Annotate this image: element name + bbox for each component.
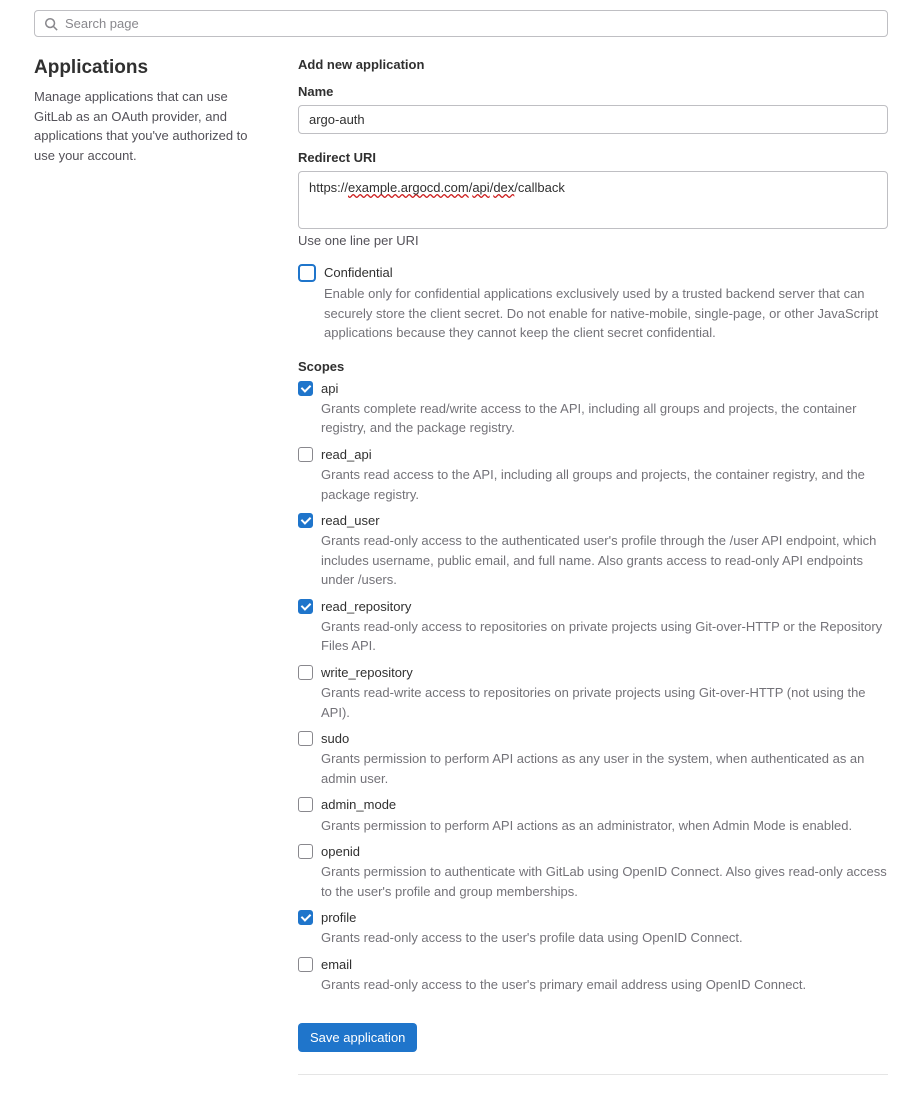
redirect-help: Use one line per URI bbox=[298, 233, 888, 248]
scope-checkbox-admin_mode[interactable] bbox=[298, 797, 313, 812]
scopes-label: Scopes bbox=[298, 359, 888, 374]
scope-desc: Grants read access to the API, including… bbox=[321, 465, 888, 504]
sidebar: Applications Manage applications that ca… bbox=[34, 57, 268, 1075]
scope-checkbox-read_api[interactable] bbox=[298, 447, 313, 462]
scope-desc: Grants read-only access to the authentic… bbox=[321, 531, 888, 590]
scope-row-email: emailGrants read-only access to the user… bbox=[298, 956, 888, 995]
scope-checkbox-write_repository[interactable] bbox=[298, 665, 313, 680]
scope-label[interactable]: write_repository bbox=[321, 664, 888, 682]
confidential-label[interactable]: Confidential bbox=[324, 264, 888, 282]
confidential-checkbox[interactable] bbox=[298, 264, 316, 282]
scope-row-profile: profileGrants read-only access to the us… bbox=[298, 909, 888, 948]
save-button[interactable]: Save application bbox=[298, 1023, 417, 1052]
scope-checkbox-openid[interactable] bbox=[298, 844, 313, 859]
page-title: Applications bbox=[34, 57, 268, 79]
scope-desc: Grants complete read/write access to the… bbox=[321, 399, 888, 438]
scopes-list: apiGrants complete read/write access to … bbox=[298, 380, 888, 995]
scope-checkbox-sudo[interactable] bbox=[298, 731, 313, 746]
scope-label[interactable]: read_repository bbox=[321, 598, 888, 616]
scope-row-sudo: sudoGrants permission to perform API act… bbox=[298, 730, 888, 788]
scope-row-read_user: read_userGrants read-only access to the … bbox=[298, 512, 888, 590]
scope-desc: Grants read-only access to the user's pr… bbox=[321, 975, 888, 995]
scope-label[interactable]: email bbox=[321, 956, 888, 974]
scope-row-admin_mode: admin_mode Grants permission to perform A… bbox=[298, 796, 888, 835]
scope-desc: Grants read-only access to repositories … bbox=[321, 617, 888, 656]
scope-label[interactable]: api bbox=[321, 380, 888, 398]
main-form: Add new application Name Redirect URI ht… bbox=[298, 57, 888, 1075]
scope-label[interactable]: read_user bbox=[321, 512, 888, 530]
scope-checkbox-read_repository[interactable] bbox=[298, 599, 313, 614]
scope-label[interactable]: profile bbox=[321, 909, 888, 927]
page-desc: Manage applications that can use GitLab … bbox=[34, 87, 268, 165]
scope-checkbox-api[interactable] bbox=[298, 381, 313, 396]
scope-desc: Grants read-write access to repositories… bbox=[321, 683, 888, 722]
redirect-textarea[interactable]: https://example.argocd.com/api/dex/callb… bbox=[298, 171, 888, 229]
scope-label[interactable]: admin_mode bbox=[321, 796, 888, 814]
scope-label[interactable]: read_api bbox=[321, 446, 888, 464]
scope-row-write_repository: write_repositoryGrants read-write access… bbox=[298, 664, 888, 722]
scope-checkbox-email[interactable] bbox=[298, 957, 313, 972]
scope-desc: Grants permission to perform API actions… bbox=[321, 816, 888, 836]
section-heading: Add new application bbox=[298, 57, 888, 72]
search-wrapper bbox=[34, 10, 888, 37]
scope-row-read_repository: read_repositoryGrants read-only access t… bbox=[298, 598, 888, 656]
scope-desc: Grants permission to authenticate with G… bbox=[321, 862, 888, 901]
scope-checkbox-profile[interactable] bbox=[298, 910, 313, 925]
scope-desc: Grants read-only access to the user's pr… bbox=[321, 928, 888, 948]
name-label: Name bbox=[298, 84, 888, 99]
scope-label[interactable]: sudo bbox=[321, 730, 888, 748]
scope-row-openid: openidGrants permission to authenticate … bbox=[298, 843, 888, 901]
divider bbox=[298, 1074, 888, 1075]
scope-checkbox-read_user[interactable] bbox=[298, 513, 313, 528]
name-input[interactable] bbox=[298, 105, 888, 134]
scope-label[interactable]: openid bbox=[321, 843, 888, 861]
search-input[interactable] bbox=[34, 10, 888, 37]
scope-row-api: apiGrants complete read/write access to … bbox=[298, 380, 888, 438]
redirect-label: Redirect URI bbox=[298, 150, 888, 165]
scope-row-read_api: read_apiGrants read access to the API, i… bbox=[298, 446, 888, 504]
search-icon bbox=[44, 17, 58, 31]
confidential-desc: Enable only for confidential application… bbox=[324, 284, 888, 343]
scope-desc: Grants permission to perform API actions… bbox=[321, 749, 888, 788]
